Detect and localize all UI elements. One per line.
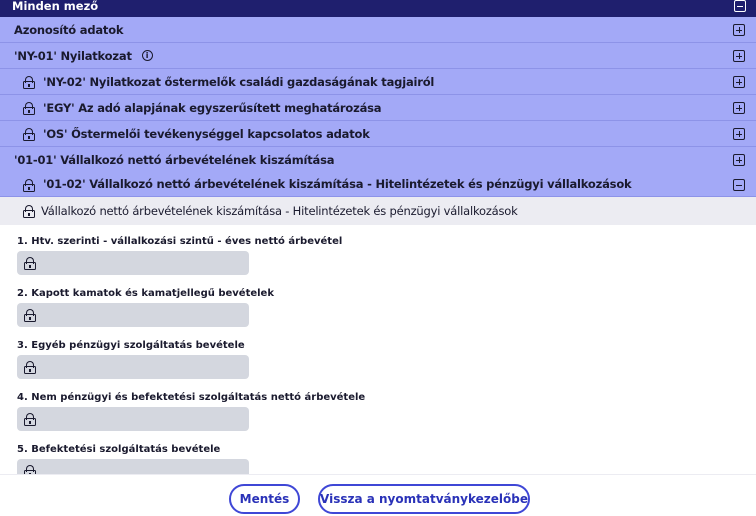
subsection-header: Vállalkozó nettó árbevételének kiszámítá… xyxy=(0,197,756,225)
section-01-01[interactable]: '01-01' Vállalkozó nettó árbevételének k… xyxy=(0,147,756,173)
lock-icon xyxy=(24,361,36,374)
expand-icon[interactable] xyxy=(733,50,745,62)
footer-bar: Mentés Vissza a nyomtatványkezelőbe xyxy=(0,474,756,516)
expand-icon[interactable] xyxy=(733,24,745,36)
info-icon[interactable]: i xyxy=(141,50,153,61)
collapse-icon[interactable] xyxy=(733,179,745,191)
section-label: Azonosító adatok xyxy=(14,23,124,37)
section-azonosito[interactable]: Azonosító adatok xyxy=(0,17,756,43)
subsection-label: Vállalkozó nettó árbevételének kiszámítá… xyxy=(41,204,518,218)
field-2-input[interactable] xyxy=(17,303,249,327)
lock-icon xyxy=(24,413,36,426)
all-fields-title: Minden mező xyxy=(12,0,99,13)
section-label: 'NY-01' Nyilatkozat xyxy=(14,49,132,63)
section-label: 'NY-02' Nyilatkozat őstermelők családi g… xyxy=(43,75,435,89)
field-3-input[interactable] xyxy=(17,355,249,379)
field-4-input[interactable] xyxy=(17,407,249,431)
section-os[interactable]: 'OS' Őstermelői tevékenységgel kapcsolat… xyxy=(0,121,756,147)
section-label: '01-01' Vállalkozó nettó árbevételének k… xyxy=(14,153,335,167)
section-egy[interactable]: 'EGY' Az adó alapjának egyszerűsített me… xyxy=(0,95,756,121)
expand-icon[interactable] xyxy=(733,102,745,114)
lock-icon xyxy=(23,102,35,115)
lock-icon xyxy=(23,76,35,89)
lock-icon xyxy=(23,205,35,218)
field-label: 3. Egyéb pénzügyi szolgáltatás bevétele xyxy=(17,340,245,351)
expand-icon[interactable] xyxy=(733,76,745,88)
save-button[interactable]: Mentés xyxy=(229,484,300,514)
field-label: 1. Htv. szerinti - vállalkozási szintű -… xyxy=(17,236,343,247)
lock-icon xyxy=(23,179,35,192)
section-label: '01-02' Vállalkozó nettó árbevételének k… xyxy=(43,177,632,191)
field-1-input[interactable] xyxy=(17,251,249,275)
lock-icon xyxy=(24,309,36,322)
expand-icon[interactable] xyxy=(733,154,745,166)
section-label: 'EGY' Az adó alapjának egyszerűsített me… xyxy=(43,101,382,115)
collapse-all-icon[interactable] xyxy=(734,0,746,12)
field-label: 5. Befektetési szolgáltatás bevétele xyxy=(17,444,221,455)
section-ny-01[interactable]: 'NY-01' Nyilatkozat i xyxy=(0,43,756,69)
all-fields-header[interactable]: Minden mező xyxy=(0,0,756,17)
section-01-02[interactable]: '01-02' Vállalkozó nettó árbevételének k… xyxy=(0,172,756,197)
section-ny-02[interactable]: 'NY-02' Nyilatkozat őstermelők családi g… xyxy=(0,69,756,95)
lock-icon xyxy=(24,257,36,270)
lock-icon xyxy=(23,128,35,141)
expand-icon[interactable] xyxy=(733,128,745,140)
field-label: 2. Kapott kamatok és kamatjellegű bevéte… xyxy=(17,288,274,299)
section-label: 'OS' Őstermelői tevékenységgel kapcsolat… xyxy=(43,127,370,141)
back-to-form-manager-button[interactable]: Vissza a nyomtatványkezelőbe xyxy=(318,484,530,514)
field-label: 4. Nem pénzügyi és befektetési szolgálta… xyxy=(17,392,366,403)
